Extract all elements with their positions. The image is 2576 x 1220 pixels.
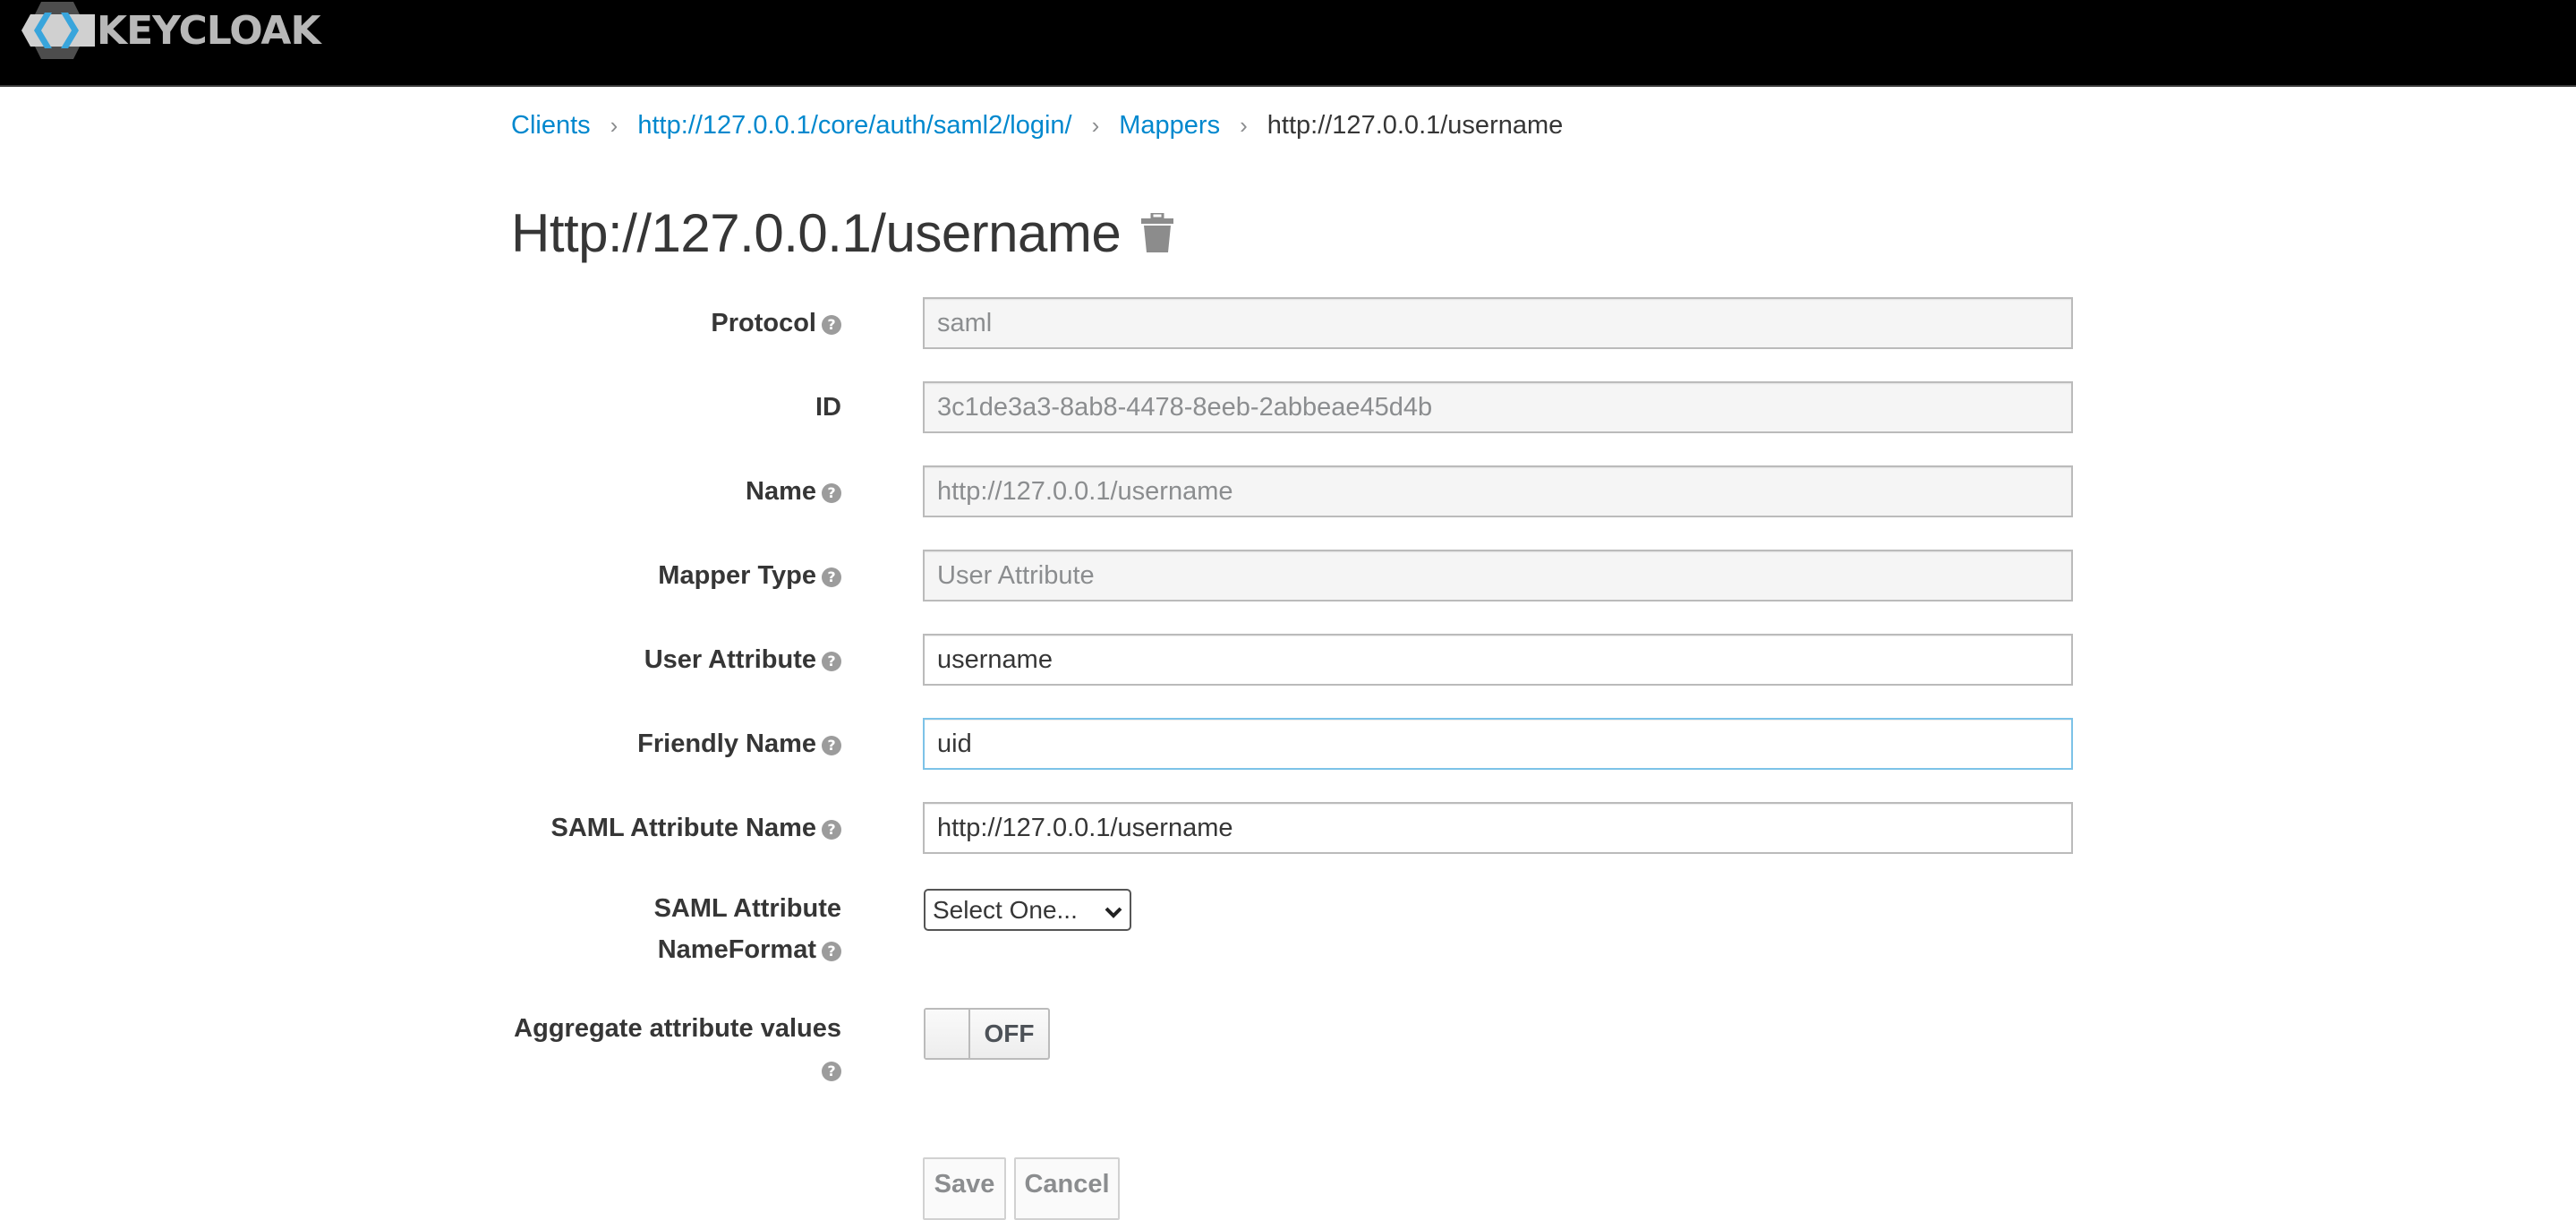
label-text: Mapper Type (658, 561, 816, 590)
keycloak-logo[interactable]: KEYCLOAK (16, 2, 321, 59)
help-icon[interactable]: ? (822, 1062, 841, 1081)
help-icon[interactable]: ? (822, 652, 841, 671)
logo-text: KEYCLOAK (97, 7, 321, 54)
breadcrumb-clients[interactable]: Clients (511, 111, 591, 141)
mapper-type-field[interactable] (923, 550, 2073, 601)
protocol-field[interactable] (923, 297, 2073, 349)
trash-icon[interactable] (1140, 211, 1174, 252)
page-header: Http://127.0.0.1/username (511, 199, 1174, 267)
label-text: SAML Attribute Name (550, 814, 816, 842)
help-icon[interactable]: ? (822, 736, 841, 755)
chevron-right-icon: › (1091, 111, 1100, 139)
chevron-right-icon: › (610, 111, 618, 139)
chevron-down-icon (1105, 896, 1122, 925)
breadcrumb-client[interactable]: http://127.0.0.1/core/auth/saml2/login/ (637, 111, 1071, 141)
friendly-name-input[interactable] (923, 718, 2073, 770)
label-text: User Attribute (644, 645, 816, 674)
toggle-state: OFF (984, 1020, 1035, 1047)
field-label: Protocol? (711, 303, 841, 344)
label-text: ID (815, 393, 841, 422)
field-label: ID (815, 387, 841, 428)
page-title: Http://127.0.0.1/username (511, 202, 1122, 263)
field-label: SAML Attribute NameFormat? (654, 888, 841, 970)
aggregate-toggle[interactable]: OFF (924, 1008, 1050, 1060)
help-icon[interactable]: ? (822, 567, 841, 587)
help-icon[interactable]: ? (822, 315, 841, 335)
top-navbar: KEYCLOAK (0, 0, 2576, 87)
help-icon[interactable]: ? (822, 483, 841, 503)
field-label: Aggregate attribute values ? (514, 1008, 841, 1090)
id-field[interactable] (923, 381, 2073, 433)
field-label: User Attribute? (644, 639, 841, 680)
name-field[interactable] (923, 465, 2073, 517)
select-value: Select One... (933, 895, 1078, 924)
label-text: Protocol (711, 309, 816, 337)
chevron-right-icon: › (1240, 111, 1248, 139)
breadcrumb-mappers[interactable]: Mappers (1119, 111, 1220, 141)
saml-attribute-name-input[interactable] (923, 802, 2073, 854)
cancel-button[interactable]: Cancel (1014, 1157, 1120, 1220)
field-label: Name? (746, 471, 841, 512)
label-text: Aggregate attribute values (514, 1014, 841, 1043)
label-text: NameFormat (657, 935, 816, 964)
label-text: Friendly Name (637, 729, 816, 758)
breadcrumb-current: http://127.0.0.1/username (1267, 110, 1564, 140)
user-attribute-input[interactable] (923, 634, 2073, 686)
label-text: Name (746, 477, 816, 506)
field-label: Friendly Name? (637, 723, 841, 764)
field-label: Mapper Type? (658, 555, 841, 596)
field-label: SAML Attribute Name? (551, 807, 841, 849)
keycloak-logo-icon (16, 2, 98, 59)
help-icon[interactable]: ? (822, 820, 841, 840)
help-icon[interactable]: ? (822, 942, 841, 961)
toggle-handle[interactable] (925, 1010, 970, 1058)
breadcrumb: Clients › http://127.0.0.1/core/auth/sam… (511, 106, 1563, 145)
nameformat-select[interactable]: Select One... (924, 889, 1131, 931)
save-button[interactable]: Save (923, 1157, 1006, 1220)
label-text: SAML Attribute (653, 894, 841, 923)
